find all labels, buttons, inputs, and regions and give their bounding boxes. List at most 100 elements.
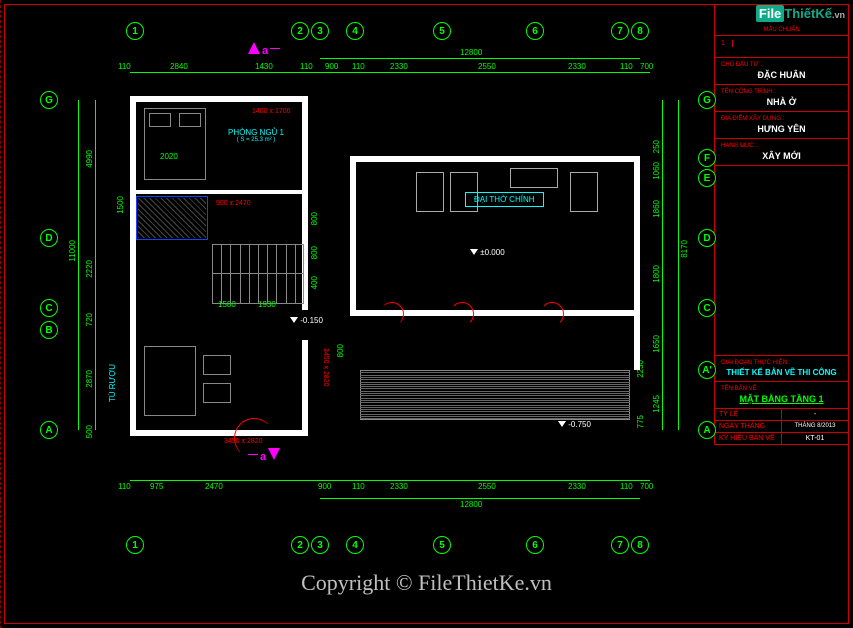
dim-top-overall-line [320,58,640,59]
wall-bed-bot [130,190,308,194]
altar-3 [510,168,558,188]
bubble-v3-bot: 3 [311,536,329,554]
tb-project: TÊN CÔNG TRÌNH : NHÀ Ở [714,85,849,112]
bubble-v4-bot: 4 [346,536,364,554]
wardrobe-label: TỦ RƯỢU [108,364,117,402]
dim-stairs1: 1580 [218,300,236,309]
grid-v-1 [0,0,1,500]
bubble-ha-l: A [40,421,58,439]
dim-bot-overall: 12800 [460,500,482,509]
tb-spacer [714,166,849,356]
bubble-hg-l: G [40,91,58,109]
altar-1 [416,172,444,212]
tb-phase: GIAI ĐOẠN THỰC HIỆN : THIẾT KẾ BẢN VẼ TH… [714,356,849,382]
bedroom-label: PHÒNG NGỦ 1 ( S = 25.3 m² ) [228,128,284,143]
wall-left [130,96,136,436]
tb-owner: CHỦ ĐẦU TƯ : ĐẶC HUÂN [714,58,849,85]
dim-right-overall-line [678,100,679,430]
dim-door-bed: 900 x 2470 [216,200,251,207]
wall-main-t [350,156,640,162]
dim-top-seg-line [130,72,650,73]
section-mark-top: a [248,42,280,57]
tb-scale-val: - [782,409,848,420]
tb-code-val: KT-01 [782,433,848,444]
tb-phase-val: THIẾT KẾ BẢN VẼ THI CÔNG [721,368,842,377]
bubble-hc-r: C [698,299,716,317]
bubble-v6-bot: 6 [526,536,544,554]
tb-date-label: NGÀY THÁNG [715,421,782,432]
dim-r1: 1060 [652,162,661,180]
tb-code-label: KÝ HIỆU BẢN VẼ [715,433,782,444]
tb-location-val: HƯNG YÊN [721,124,842,134]
dim-t10: 700 [640,62,653,71]
tb-date-row: NGÀY THÁNG THÁNG 8/2013 [715,420,848,432]
dim-right-overall: 8170 [680,240,689,258]
bubble-v8-bot: 8 [631,536,649,554]
bubble-ha2-r: A' [698,361,716,379]
tb-dname-val: MẶT BẰNG TẦNG 1 [721,394,842,404]
bubble-v2-bot: 2 [291,536,309,554]
dim-b9: 700 [640,482,653,491]
grid-v-2 [0,500,1,628]
dim-t6: 2330 [390,62,408,71]
tb-scale-label: TỶ LỆ [715,409,782,420]
bubble-v1-top: 1 [126,22,144,40]
dim-wc1: 1500 [116,196,125,214]
dim-door-main: 3450 x 2820 [224,438,263,445]
dim-r5: 1245 [652,395,661,413]
tb-location-label: ĐỊA ĐIỂM XÂY DỰNG : [721,116,842,122]
dim-r2: 1860 [652,200,661,218]
elev-zero: ±0.000 [470,248,505,257]
bubble-ha-r: A [698,421,716,439]
dim-r6: 775 [636,415,645,428]
dim-t5: 110 [352,62,365,71]
title-block: MẪU CHUẨN 1 CHỦ ĐẦU TƯ : ĐẶC HUÂN TÊN CÔ… [714,4,849,624]
dim-b0: 110 [118,482,131,491]
bubble-v7-top: 7 [611,22,629,40]
tb-dname-label: TÊN BẢN VẼ : [721,386,842,392]
tb-drawing-name: TÊN BẢN VẼ : MẶT BẰNG TẦNG 1 [714,382,849,409]
bubble-v6-top: 6 [526,22,544,40]
dim-door-side: 3450 x 2820 [322,348,329,387]
dim-bot-overall-line [320,498,640,499]
bubble-hg-r: G [698,91,716,109]
dim-b6: 2550 [478,482,496,491]
dim-t1: 2840 [170,62,188,71]
section-mark-bot: a [248,448,280,463]
tb-category-val: XÂY MỚI [721,151,842,161]
dim-b7: 2330 [568,482,586,491]
bubble-v7-bot: 7 [611,536,629,554]
site-logo: FileThiếtKế.vn [756,6,845,21]
dim-l0: 4990 [85,150,94,168]
bubble-hc-l: C [40,299,58,317]
bubble-hd-r: D [698,229,716,247]
dim-b5: 2330 [390,482,408,491]
elev-150: -0.150 [290,316,323,325]
dim-left-overall-line [78,100,79,430]
elev-750: -0.750 [558,420,591,429]
dim-t8: 2330 [568,62,586,71]
dim-b8: 110 [620,482,633,491]
tb-project-label: TÊN CÔNG TRÌNH : [721,89,842,95]
dim-stairs2: 1930 [258,300,276,309]
bubble-hb-l: B [40,321,58,339]
dim-t7: 2550 [478,62,496,71]
bed [144,108,206,180]
floorplan: 1 1 2 2 3 3 4 4 5 5 6 6 7 7 8 8 G G F E … [0,0,715,620]
tb-location: ĐỊA ĐIỂM XÂY DỰNG : HƯNG YÊN [714,112,849,139]
tb-phase-label: GIAI ĐOẠN THỰC HIỆN : [721,360,842,366]
dim-right-seg-line [662,100,663,430]
dim-ih2: 800 [310,246,319,259]
dim-b1: 975 [150,482,163,491]
dim-bancho: 800 [336,344,345,357]
tb-scale-row: TỶ LỆ - [715,409,848,420]
bubble-v8-top: 8 [631,22,649,40]
bubble-hf-r: F [698,149,716,167]
bubble-v2-top: 2 [291,22,309,40]
dim-t0: 110 [118,62,131,71]
bubble-hd-l: D [40,229,58,247]
dim-t9: 110 [620,62,633,71]
dim-l2: 720 [85,313,94,326]
dim-l1: 2220 [85,260,94,278]
tb-row-generic: 1 [714,36,849,58]
